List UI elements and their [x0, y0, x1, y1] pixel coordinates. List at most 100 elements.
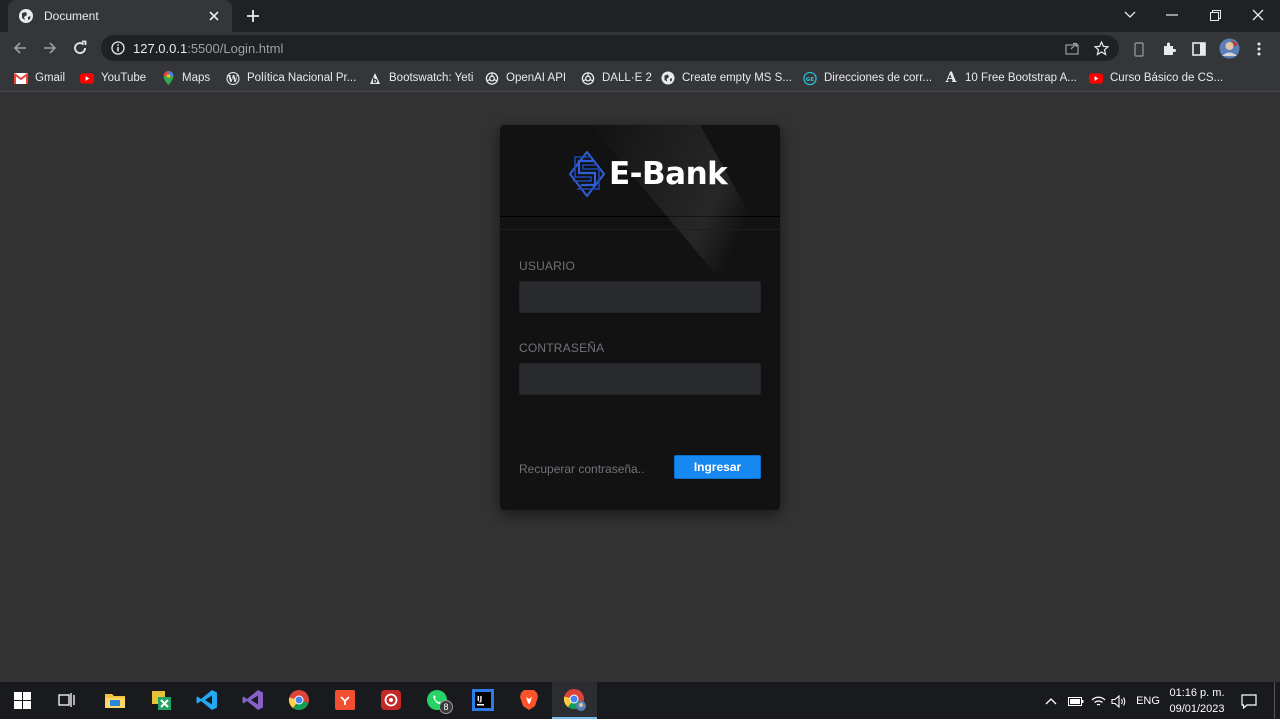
login-card: E-Bank USUARIO CONTRASEÑA Recuperar cont… [500, 125, 780, 510]
openai-icon [485, 71, 499, 85]
a-letter-icon: A [945, 70, 957, 86]
git-icon[interactable] [333, 688, 357, 712]
clock-date: 09/01/2023 [1169, 703, 1225, 715]
username-input[interactable] [519, 281, 761, 313]
page-viewport: E-Bank USUARIO CONTRASEÑA Recuperar cont… [0, 92, 1280, 682]
address-bar[interactable]: 127.0.0.1:5500/Login.html [101, 35, 1119, 61]
bookmark-item[interactable]: W Política Nacional Pr... [226, 70, 356, 86]
openai-icon [581, 71, 595, 85]
side-panel-icon[interactable] [1190, 40, 1208, 58]
whatsapp-badge: 8 [439, 700, 453, 714]
bookmark-item[interactable]: Create empty MS S... [661, 70, 792, 86]
bookmark-item[interactable]: YouTube [80, 70, 146, 86]
bookmark-item[interactable]: Maps [161, 70, 210, 86]
vscode-icon[interactable] [195, 688, 219, 712]
bookmark-label: OpenAI API [506, 72, 567, 84]
excel-icon[interactable] [149, 688, 173, 712]
reload-icon[interactable] [70, 38, 90, 58]
windows-taskbar: 8 IJ ENG 01:16 p. m. 09/01/2023 [0, 682, 1280, 719]
site-info-icon[interactable] [111, 41, 125, 55]
task-view-icon[interactable] [55, 688, 79, 712]
show-desktop-strip[interactable] [1274, 682, 1275, 719]
username-label: USUARIO [519, 259, 576, 273]
svg-text:IJ: IJ [477, 695, 482, 703]
wordpress-icon: W [226, 71, 240, 85]
ebank-brand-name: E-Bank [609, 156, 728, 192]
close-window-icon[interactable] [1236, 0, 1280, 30]
brave-icon[interactable] [517, 688, 541, 712]
maps-icon [161, 71, 175, 85]
svg-text:GE: GE [806, 76, 815, 82]
header-divider [500, 229, 780, 230]
bookmark-label: Política Nacional Pr... [247, 72, 357, 84]
tab-strip: Document [0, 0, 1280, 32]
bookmark-star-icon[interactable] [1093, 40, 1109, 56]
share-icon[interactable] [1064, 40, 1080, 56]
visual-studio-icon[interactable] [241, 688, 265, 712]
bookmark-label: YouTube [101, 72, 147, 84]
chrome-profile-icon[interactable] [563, 688, 587, 712]
extensions-icon[interactable] [1160, 40, 1178, 58]
bookmark-item[interactable]: GE Direcciones de corr... [803, 70, 932, 86]
notification-center-icon[interactable] [1240, 693, 1258, 709]
menu-kebab-icon[interactable] [1250, 40, 1268, 58]
back-arrow-icon[interactable] [10, 38, 30, 58]
bookmarks-bar: Gmail YouTube Maps W Política Nacional P… [0, 64, 1280, 92]
login-card-header: E-Bank [500, 125, 780, 217]
ebank-logo-icon [569, 151, 605, 197]
youtube-icon [80, 71, 94, 85]
svg-text:W: W [227, 73, 239, 84]
screen-recorder-icon[interactable] [379, 688, 403, 712]
url-text: 127.0.0.1:5500/Login.html [133, 41, 283, 56]
bookmark-label: Maps [182, 72, 211, 84]
windows-start-icon[interactable] [10, 688, 34, 712]
bookmark-label: Bootswatch: Yeti [389, 72, 474, 84]
bootswatch-icon: b [368, 71, 382, 85]
restore-icon[interactable] [1193, 0, 1237, 30]
device-icon[interactable] [1130, 40, 1148, 58]
system-clock[interactable]: 01:16 p. m. 09/01/2023 [1164, 685, 1230, 717]
bookmark-item[interactable]: A 10 Free Bootstrap A... [944, 70, 1077, 86]
bookmark-item[interactable]: OpenAI API [485, 70, 566, 86]
close-tab-icon[interactable] [206, 8, 222, 24]
new-tab-icon[interactable] [244, 7, 262, 25]
file-explorer-icon[interactable] [103, 688, 127, 712]
globe-icon [661, 71, 675, 85]
site-icon: GE [803, 71, 817, 85]
bookmark-label: DALL·E 2 [602, 72, 652, 84]
browser-tab[interactable]: Document [8, 0, 232, 32]
volume-icon[interactable] [1110, 693, 1128, 709]
battery-icon[interactable] [1067, 693, 1085, 709]
password-input[interactable] [519, 363, 761, 395]
tab-title: Document [44, 9, 99, 23]
bookmark-label: Gmail [35, 72, 66, 84]
show-hidden-icons-icon[interactable] [1044, 693, 1058, 709]
language-indicator[interactable]: ENG [1133, 693, 1163, 709]
bookmark-label: Direcciones de corr... [824, 72, 933, 84]
chrome-icon[interactable] [287, 688, 311, 712]
profile-avatar[interactable] [1219, 38, 1240, 59]
intellij-icon[interactable]: IJ [471, 688, 495, 712]
gmail-icon [14, 71, 28, 85]
bookmark-item[interactable]: b Bootswatch: Yeti [368, 70, 473, 86]
bookmark-item[interactable]: Curso Básico de CS... [1089, 70, 1223, 86]
bookmark-label: 10 Free Bootstrap A... [965, 72, 1077, 84]
tab-search-icon[interactable] [1108, 0, 1152, 30]
url-host: 127.0.0.1 [133, 40, 188, 56]
globe-icon [18, 8, 34, 24]
password-label: CONTRASEÑA [519, 341, 605, 355]
svg-text:b: b [372, 77, 377, 85]
forgot-password-link[interactable]: Recuperar contraseña.. [519, 462, 644, 476]
bookmark-label: Create empty MS S... [682, 72, 792, 84]
bookmark-item[interactable]: DALL·E 2 [581, 70, 652, 86]
whatsapp-icon[interactable]: 8 [425, 688, 453, 714]
forward-arrow-icon[interactable] [40, 38, 60, 58]
minimize-icon[interactable] [1150, 0, 1194, 30]
youtube-icon [1089, 71, 1103, 85]
url-path: :5500/Login.html [187, 40, 284, 56]
bookmark-item[interactable]: Gmail [14, 70, 65, 86]
clock-time: 01:16 p. m. [1169, 687, 1225, 699]
browser-toolbar: 127.0.0.1:5500/Login.html [0, 32, 1280, 64]
login-submit-button[interactable]: Ingresar [674, 455, 761, 479]
wifi-icon[interactable] [1090, 693, 1106, 709]
